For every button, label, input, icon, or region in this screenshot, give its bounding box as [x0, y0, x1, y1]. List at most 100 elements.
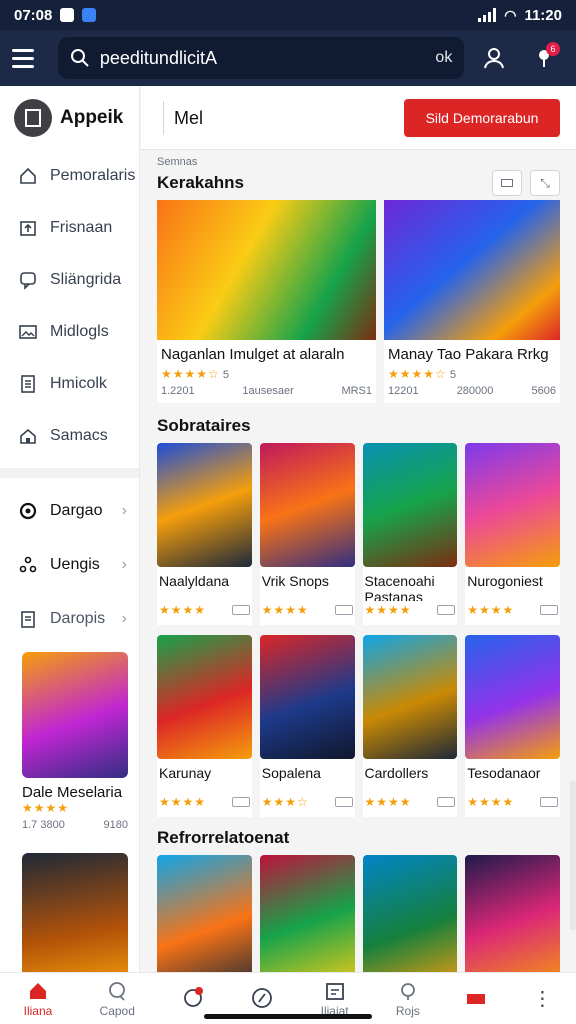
chat-icon	[20, 272, 36, 290]
sidebar-item-6[interactable]: Samacs	[0, 410, 139, 462]
grid-view-icon[interactable]	[492, 170, 522, 196]
game-title: Nurogoniest	[467, 573, 543, 589]
game-rating: ★★★★☆ 5	[157, 363, 376, 381]
home-indicator[interactable]	[204, 1014, 372, 1019]
platform-icon	[437, 605, 456, 615]
sidebar-nav: Pemoralaris Frisnaan Sliängrida Midlogls…	[0, 150, 139, 462]
page-title: Mel	[163, 100, 203, 135]
chevron-right-icon: ›	[121, 556, 127, 573]
sidebar-item-label: Hmicolk	[50, 375, 107, 392]
meta-mid: 280000	[456, 385, 494, 397]
game-tile[interactable]	[157, 855, 252, 991]
rating-stars: ★★★★	[467, 603, 515, 617]
sidebar-item-2[interactable]: Frisnaan	[0, 202, 139, 254]
nav-chat[interactable]: Capod	[100, 980, 135, 1018]
section-title: Refrorrelatoenat	[157, 828, 290, 847]
game-tile[interactable]: Sopalena ★★★☆	[259, 635, 355, 817]
rating-stars: ★★★★	[159, 603, 207, 617]
nav-label: Capod	[99, 1003, 135, 1018]
rating-stars: ★★★★	[261, 603, 309, 617]
game-rating-stars: ★★★★	[22, 801, 70, 815]
sidebar-item-4[interactable]: Midlogls	[0, 306, 139, 358]
sidebar-item-1[interactable]: Pemoralaris	[0, 150, 139, 202]
profile-button[interactable]	[474, 38, 514, 78]
sidebar-group-3[interactable]: Daropis ›	[0, 592, 139, 646]
house-icon	[20, 428, 36, 444]
game-cover-image	[157, 635, 252, 759]
game-tile[interactable]	[362, 855, 458, 991]
wifi-icon: ◠	[504, 6, 517, 23]
platform-icon	[437, 797, 456, 807]
more-button[interactable]: ⋮	[532, 989, 552, 1009]
sidebar-group-1[interactable]: Dargao ›	[0, 484, 139, 538]
game-meta-left: 1.7 3800	[22, 819, 65, 831]
clock: 11:20	[524, 6, 562, 24]
home-icon	[29, 982, 46, 999]
hamburger-menu-icon[interactable]	[12, 43, 42, 73]
expand-icon[interactable]: ⤡	[530, 170, 560, 196]
game-cover-image	[362, 443, 458, 567]
section-caption: Semnas	[157, 156, 198, 168]
flag-indicator	[467, 993, 486, 1004]
sidebar-group-label: Daropis	[50, 610, 106, 627]
sidebar-item-3[interactable]: Sliängrida	[0, 254, 139, 306]
sidebar-item-label: Sliängrida	[50, 271, 122, 288]
game-cover-image	[157, 200, 376, 340]
nav-calendar[interactable]: Iliaiat	[321, 980, 349, 1018]
brand-name: Appeik	[60, 107, 124, 128]
sidebar-group-2[interactable]: Uengis ›	[0, 538, 139, 592]
nav-label: Iliana	[23, 1003, 53, 1018]
search-bar[interactable]: peeditundlicitA ok	[57, 37, 465, 79]
notification-icon	[60, 8, 75, 22]
app-notification-icon	[82, 8, 97, 22]
nav-explore[interactable]	[251, 987, 273, 1011]
rating-value: 5	[449, 369, 456, 381]
sidebar-item-label: Midlogls	[50, 323, 109, 340]
featured-card[interactable]: Manay Tao Pakara Rrkg ★★★★☆ 5 12201 28000…	[384, 200, 560, 403]
scrollbar[interactable]	[570, 780, 576, 930]
game-tile[interactable]: Nurogoniest ★★★★	[465, 443, 560, 625]
game-grid-row: Naalyldana ★★★★ Vrik Snops ★★★★ Stacenoa…	[141, 441, 576, 627]
game-tile[interactable]: Tesodanaor ★★★★	[465, 635, 560, 817]
cta-button[interactable]: Sild Demorarabun	[404, 98, 560, 137]
game-rating: ★★★★☆ 5	[384, 363, 560, 381]
status-left: 07:08	[14, 6, 97, 24]
top-bar: peeditundlicitA ok 6	[0, 30, 576, 86]
game-tile[interactable]	[465, 855, 560, 991]
featured-card[interactable]: Naganlan Imulget at alaraln ★★★★☆ 5 1.22…	[157, 200, 376, 403]
rating-stars: ★★★★	[159, 795, 207, 809]
sidebar-item-5[interactable]: Hmicolk	[0, 358, 139, 410]
file-icon	[21, 611, 35, 628]
game-tile[interactable]: Cardollers ★★★★	[362, 635, 458, 817]
game-tile[interactable]: Vrik Snops ★★★★	[259, 443, 355, 625]
sidebar-group-label: Uengis	[50, 556, 100, 573]
sidebar-item-label: Samacs	[50, 427, 108, 444]
nav-home[interactable]: Iliana	[23, 980, 53, 1018]
game-tile[interactable]	[259, 855, 355, 991]
image-icon	[19, 325, 37, 339]
nav-notifications[interactable]	[182, 986, 204, 1011]
sidebar-game-card[interactable]	[22, 853, 128, 989]
game-cover-image	[157, 855, 252, 991]
sidebar-game-card[interactable]: Dale Meselaria ★★★★ 1.7 3800 9180	[22, 652, 128, 831]
game-tile[interactable]: Karunay ★★★★	[157, 635, 252, 817]
status-time: 07:08	[14, 6, 53, 24]
featured-header: Kerakahns ⤡	[141, 168, 576, 198]
search-icon	[70, 49, 89, 67]
alerts-button[interactable]: 6	[524, 38, 564, 78]
notification-icon	[184, 986, 204, 1007]
rating-stars: ★★★★	[467, 795, 515, 809]
nav-support[interactable]: Rojs	[396, 980, 420, 1018]
game-cover-image	[22, 652, 128, 778]
game-tile[interactable]: Stacenoahi Pastanas ★★★★	[362, 443, 458, 625]
rating-value: 5	[222, 369, 229, 381]
flag-icon	[467, 993, 486, 1004]
meta-left: 1.2201	[161, 385, 195, 397]
game-title: Tesodanaor	[467, 765, 541, 781]
game-cover-image	[362, 855, 458, 991]
search-submit[interactable]: ok	[435, 49, 452, 67]
search-input[interactable]: peeditundlicitA	[100, 48, 436, 69]
brand[interactable]: Appeik	[0, 86, 139, 150]
sidebar-item-label: Pemoralaris	[50, 167, 136, 184]
game-tile[interactable]: Naalyldana ★★★★	[157, 443, 252, 625]
